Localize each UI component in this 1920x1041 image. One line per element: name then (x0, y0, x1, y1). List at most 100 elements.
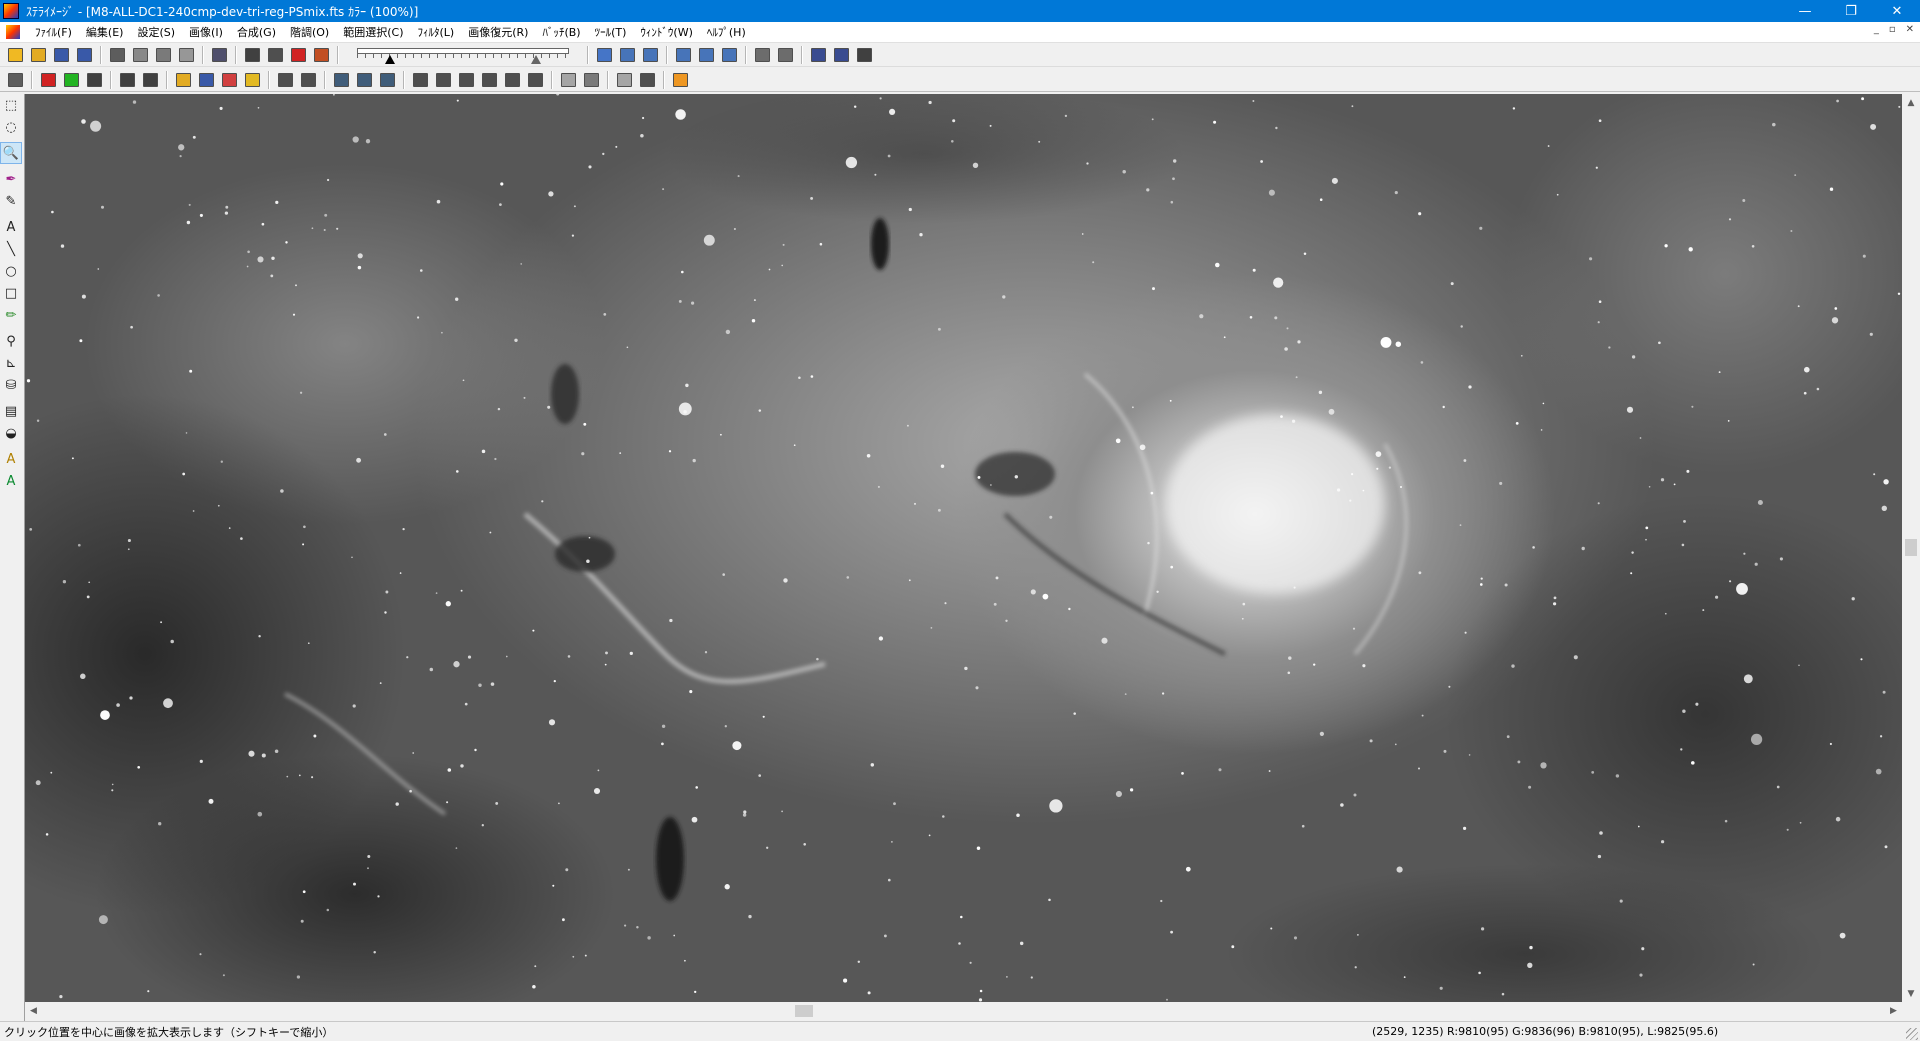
rgb-merge-button[interactable] (60, 70, 82, 90)
rgb-split-button[interactable] (37, 70, 59, 90)
ellipse-tool[interactable]: ○ (0, 260, 22, 282)
minimize-button[interactable]: — (1782, 0, 1828, 22)
stripe-button[interactable] (218, 70, 240, 90)
palette-button[interactable] (195, 70, 217, 90)
grid-view-button[interactable] (751, 45, 773, 65)
ruler-tool[interactable]: ◒ (0, 422, 22, 444)
histogram-button[interactable] (241, 45, 263, 65)
vertical-scroll-thumb[interactable] (1905, 539, 1917, 556)
levels-slider[interactable] (351, 44, 575, 66)
rect-select-tool[interactable]: ⬚ (0, 94, 22, 116)
save-button[interactable] (50, 45, 72, 65)
undo-button[interactable] (175, 45, 197, 65)
rotate-free-button[interactable] (501, 70, 523, 90)
contrast-button[interactable] (274, 70, 296, 90)
levels-button[interactable] (116, 70, 138, 90)
menu-compose[interactable]: 合成(G) (230, 24, 283, 40)
auto-color-tool[interactable]: A (0, 470, 22, 492)
menu-batch[interactable]: ﾊﾞｯﾁ(B) (535, 24, 587, 40)
zoom-in-button[interactable] (672, 45, 694, 65)
gradient-button[interactable] (580, 70, 602, 90)
save-as-button[interactable] (73, 45, 95, 65)
fit-button[interactable] (718, 45, 740, 65)
menu-select[interactable]: 範囲選択(C) (336, 24, 410, 40)
grid-button[interactable] (208, 45, 230, 65)
layers-button[interactable] (172, 70, 194, 90)
copy-button[interactable] (613, 70, 635, 90)
compare-red-button[interactable] (287, 45, 309, 65)
browse-button[interactable] (27, 45, 49, 65)
scan-button[interactable] (129, 45, 151, 65)
color-balance-button[interactable] (830, 45, 852, 65)
crop-button[interactable] (376, 70, 398, 90)
color-wheel-button[interactable] (241, 70, 263, 90)
pencil-tool[interactable]: ✏ (0, 304, 22, 326)
print-preview-button[interactable] (106, 45, 128, 65)
open-button[interactable] (4, 45, 26, 65)
vertical-scrollbar[interactable]: ▲ ▼ (1902, 94, 1920, 1002)
hand-button[interactable] (593, 45, 615, 65)
tile-button[interactable] (330, 70, 352, 90)
resize-button[interactable] (353, 70, 375, 90)
menu-tone[interactable]: 階調(O) (283, 24, 336, 40)
menu-help[interactable]: ﾍﾙﾌﾟ(H) (700, 24, 753, 40)
auto-adjust-tool[interactable]: A (0, 448, 22, 470)
gray-button[interactable] (557, 70, 579, 90)
chart-tool[interactable]: ▤ (0, 400, 22, 422)
resize-grip-icon[interactable] (1906, 1028, 1918, 1040)
duplicate-button[interactable] (4, 70, 26, 90)
pen-settings-button[interactable] (774, 45, 796, 65)
white-point-handle[interactable] (531, 54, 541, 64)
document-logo-icon[interactable] (6, 25, 20, 39)
menu-file[interactable]: ﾌｧｲﾙ(F) (28, 24, 79, 40)
eyedropper-tool[interactable]: ✒ (0, 168, 22, 190)
rectangle-tool[interactable]: □ (0, 282, 22, 304)
doc-minimize-button[interactable]: _ (1874, 24, 1879, 35)
menu-edit[interactable]: 編集(E) (79, 24, 131, 40)
zoom-in-window-button[interactable] (616, 45, 638, 65)
stack-button[interactable] (83, 70, 105, 90)
rotate-cw-button[interactable] (455, 70, 477, 90)
zoom-out-button[interactable] (695, 45, 717, 65)
line-tool[interactable]: ╲ (0, 238, 22, 260)
text-tool[interactable]: A (0, 216, 22, 238)
menu-image[interactable]: 画像(I) (182, 24, 230, 40)
monochrome-button[interactable] (853, 45, 875, 65)
paste-button[interactable] (636, 70, 658, 90)
horizontal-scrollbar[interactable]: ◀ ▶ (25, 1002, 1902, 1020)
compare-button[interactable] (264, 45, 286, 65)
horizontal-scroll-thumb[interactable] (795, 1005, 813, 1017)
flip-h-button[interactable] (409, 70, 431, 90)
menu-settings[interactable]: 設定(S) (130, 24, 182, 40)
menu-restore[interactable]: 画像復元(R) (461, 24, 535, 40)
flip-v-button[interactable] (432, 70, 454, 90)
menu-filter[interactable]: ﾌｨﾙﾀ(L) (411, 24, 462, 40)
menu-window[interactable]: ｳｨﾝﾄﾞｳ(W) (633, 24, 699, 40)
print-button[interactable] (152, 45, 174, 65)
menu-tools[interactable]: ﾂｰﾙ(T) (588, 24, 634, 40)
doc-restore-button[interactable]: ▫ (1889, 24, 1896, 35)
brush-tool[interactable]: ✎ (0, 190, 22, 212)
fill-tool[interactable]: ⛁ (0, 374, 22, 396)
rotate-ccw-button[interactable] (478, 70, 500, 90)
nebula-image[interactable] (25, 94, 1902, 1002)
close-button[interactable]: ✕ (1874, 0, 1920, 22)
scroll-down-button[interactable]: ▼ (1902, 985, 1920, 1002)
magnify-tool[interactable]: 🔍 (0, 142, 22, 164)
binoculars-button[interactable] (139, 70, 161, 90)
transform-button[interactable] (524, 70, 546, 90)
batch-button[interactable] (310, 45, 332, 65)
image-canvas[interactable] (25, 94, 1902, 1002)
lasso-tool[interactable]: ◌ (0, 116, 22, 138)
black-point-handle[interactable] (385, 54, 395, 64)
zoom-out-window-button[interactable] (639, 45, 661, 65)
scroll-right-button[interactable]: ▶ (1885, 1002, 1902, 1020)
doc-close-button[interactable]: ✕ (1906, 24, 1914, 35)
info-button[interactable] (669, 70, 691, 90)
stamp-tool[interactable]: ⚲ (0, 330, 22, 352)
magic-button[interactable] (297, 70, 319, 90)
restore-button[interactable]: ❐ (1828, 0, 1874, 22)
scroll-up-button[interactable]: ▲ (1902, 94, 1920, 111)
scroll-left-button[interactable]: ◀ (25, 1002, 42, 1020)
measure-tool[interactable]: ⊾ (0, 352, 22, 374)
